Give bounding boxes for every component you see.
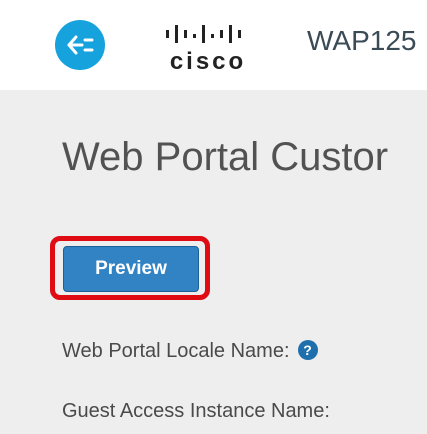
question-circle-icon[interactable]: ?	[297, 339, 318, 360]
locale-name-field: Web Portal Locale Name:?	[62, 339, 318, 363]
guest-access-instance-label: Guest Access Instance Name:	[62, 400, 330, 422]
guest-access-instance-field: Guest Access Instance Name:	[62, 400, 330, 423]
logo-text: cisco	[169, 48, 247, 75]
cisco-bars-icon	[166, 25, 241, 43]
device-name: WAP125	[307, 25, 417, 56]
header-bar: cisco WAP125	[0, 0, 427, 90]
page-title: Web Portal Custor	[62, 135, 389, 179]
locale-name-label: Web Portal Locale Name:	[62, 340, 290, 362]
back-arrow-icon	[67, 35, 94, 55]
back-button[interactable]	[55, 20, 105, 70]
cisco-logo: cisco	[158, 20, 258, 75]
preview-button[interactable]: Preview	[63, 246, 199, 292]
